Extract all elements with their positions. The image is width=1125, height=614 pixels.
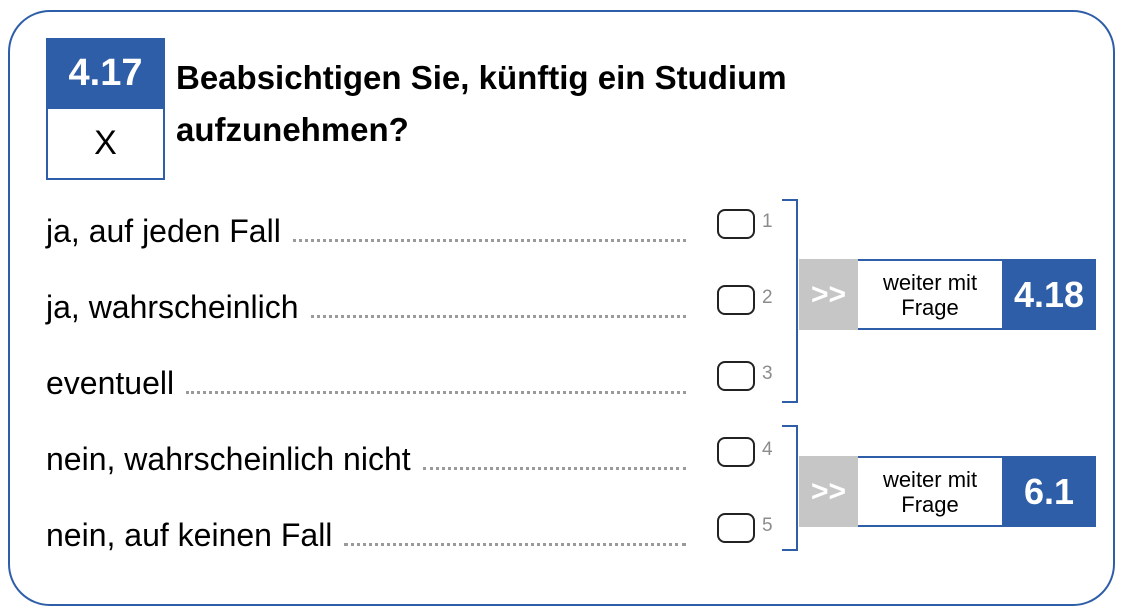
question-text: Beabsichtigen Sie, künftig ein Studium a… [176, 52, 916, 156]
answer-checkbox-5[interactable] [717, 513, 755, 543]
answer-code: 5 [762, 515, 773, 536]
skip-instruction-1: >> weiter mit Frage 4.18 [799, 259, 1096, 330]
question-number: 4.17 [46, 38, 165, 109]
skip-text: weiter mit Frage [858, 259, 1002, 330]
answer-code: 2 [762, 287, 773, 308]
skip-text-line-2: Frage [901, 294, 959, 320]
question-filter-mark: X [46, 109, 165, 180]
answer-checkbox-4[interactable] [717, 437, 755, 467]
question-text-line-2: aufzunehmen? [176, 111, 409, 148]
option-label: ja, wahrscheinlich [46, 288, 299, 325]
skip-bracket-2 [782, 425, 798, 551]
skip-arrow-icon: >> [799, 259, 858, 330]
option-label: ja, auf jeden Fall [46, 212, 281, 249]
question-number-box: 4.17 X [46, 38, 165, 180]
option-row: eventuell [46, 353, 686, 413]
answer-checkbox-2[interactable] [717, 285, 755, 315]
skip-arrow-icon: >> [799, 456, 858, 527]
dot-leader [310, 314, 686, 318]
answer-code: 4 [762, 439, 773, 460]
option-row: nein, auf keinen Fall [46, 505, 686, 565]
question-text-line-1: Beabsichtigen Sie, künftig ein Studium [176, 59, 787, 96]
skip-text: weiter mit Frage [858, 456, 1002, 527]
dot-leader [422, 466, 686, 470]
answer-code: 1 [762, 211, 773, 232]
dot-leader [292, 238, 686, 242]
option-row: ja, auf jeden Fall [46, 201, 686, 261]
answer-code: 3 [762, 363, 773, 384]
option-row: nein, wahrscheinlich nicht [46, 429, 686, 489]
option-label: eventuell [46, 364, 175, 401]
skip-bracket-1 [782, 199, 798, 403]
dot-leader [186, 390, 686, 394]
skip-target-question: 4.18 [1002, 259, 1096, 330]
answer-checkbox-3[interactable] [717, 361, 755, 391]
option-label: nein, wahrscheinlich nicht [46, 440, 411, 477]
option-row: ja, wahrscheinlich [46, 277, 686, 337]
dot-leader [344, 542, 686, 546]
skip-text-line-1: weiter mit [882, 269, 978, 295]
skip-text-line-1: weiter mit [882, 466, 978, 492]
skip-target-question: 6.1 [1002, 456, 1096, 527]
skip-instruction-2: >> weiter mit Frage 6.1 [799, 456, 1096, 527]
skip-text-line-2: Frage [901, 491, 959, 517]
answer-checkbox-1[interactable] [717, 209, 755, 239]
option-label: nein, auf keinen Fall [46, 516, 333, 553]
